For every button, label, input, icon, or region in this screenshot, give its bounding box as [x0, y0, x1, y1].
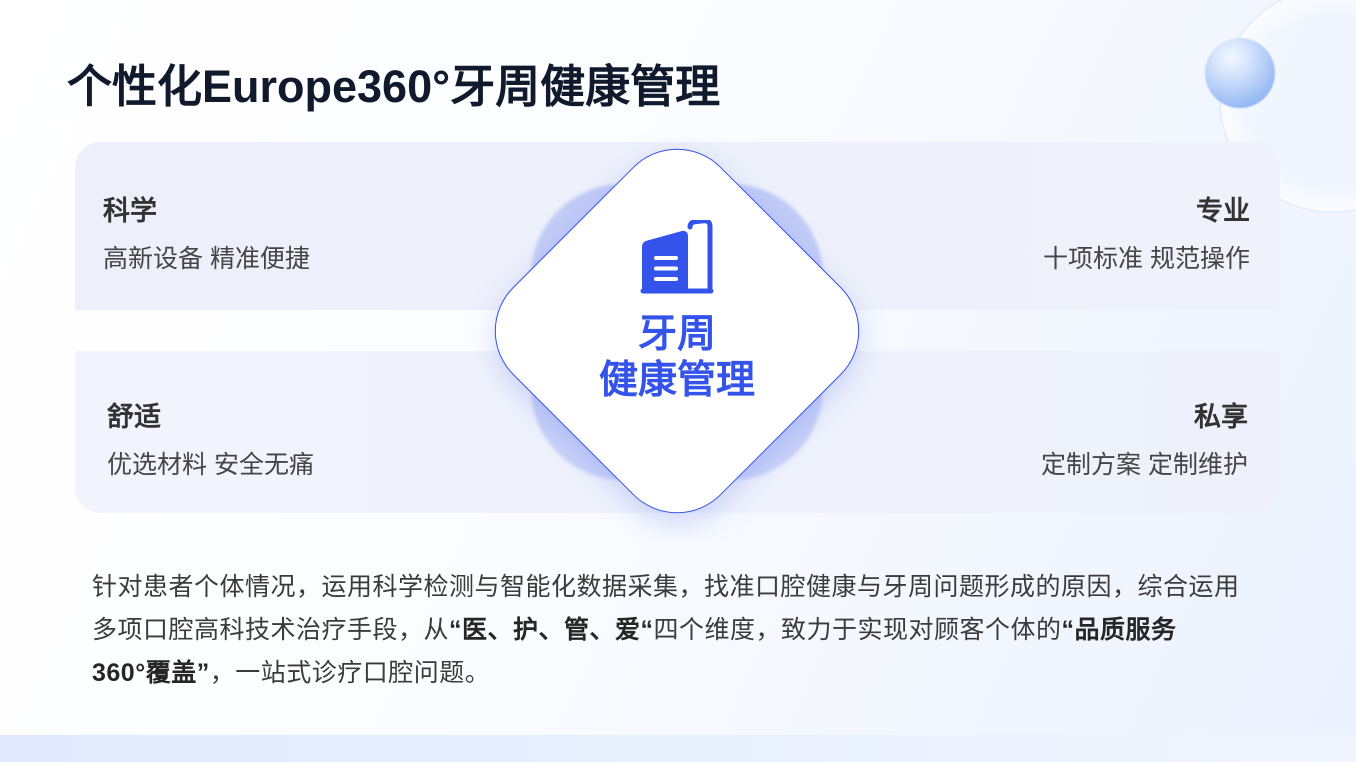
quadrant-label: 私享 [1194, 402, 1248, 432]
quadrant-description: 定制方案 定制维护 [1041, 451, 1248, 479]
description-paragraph: 针对患者个体情况，运用科学检测与智能化数据采集，找准口腔健康与牙周问题形成的原因… [92, 566, 1240, 695]
body-text: 多项口腔高科技术治疗手段，从 [92, 616, 450, 644]
quadrant-science: 科学 高新设备 精准便捷 [103, 194, 310, 276]
body-text: ，一站式诊疗口腔问题。 [209, 659, 491, 687]
decorative-sphere [1205, 38, 1275, 108]
slide: 个性化Europe360°牙周健康管理 科学 高新设备 精准便捷 专业 十项标准… [0, 0, 1356, 762]
quadrant-description: 优选材料 安全无痛 [107, 451, 314, 479]
building-icon [640, 220, 714, 294]
center-title-line-2: 健康管理 [598, 359, 755, 402]
slide-title: 个性化Europe360°牙周健康管理 [67, 61, 721, 112]
center-hub: 牙周 健康管理 [530, 184, 824, 478]
quadrant-label: 科学 [103, 196, 157, 226]
description-line: 360°覆盖”，一站式诊疗口腔问题。 [92, 652, 1240, 695]
quadrant-description: 十项标准 规范操作 [1043, 245, 1250, 273]
quadrant-comfort: 舒适 优选材料 安全无痛 [107, 400, 314, 482]
description-line: 多项口腔高科技术治疗手段，从“医、护、管、爱“四个维度，致力于实现对顾客个体的“… [92, 609, 1240, 652]
center-title-line-1: 牙周 [637, 313, 716, 356]
quadrant-professional: 专业 十项标准 规范操作 [1043, 194, 1250, 276]
emphasis-text: “品质服务 [1061, 616, 1177, 644]
emphasis-text: 360°覆盖” [92, 659, 210, 687]
description-line: 针对患者个体情况，运用科学检测与智能化数据采集，找准口腔健康与牙周问题形成的原因… [92, 566, 1240, 609]
quadrant-description: 高新设备 精准便捷 [103, 245, 310, 273]
center-title: 牙周 健康管理 [530, 312, 824, 404]
bottom-band [0, 735, 1356, 762]
quadrant-private: 私享 定制方案 定制维护 [1041, 400, 1248, 482]
quadrant-label: 舒适 [107, 402, 161, 432]
quadrant-label: 专业 [1196, 196, 1250, 226]
emphasis-text: “医、护、管、爱“ [449, 616, 654, 644]
body-text: 四个维度，致力于实现对顾客个体的 [653, 616, 1062, 644]
body-text: 针对患者个体情况，运用科学检测与智能化数据采集，找准口腔健康与牙周问题形成的原因… [92, 573, 1240, 601]
